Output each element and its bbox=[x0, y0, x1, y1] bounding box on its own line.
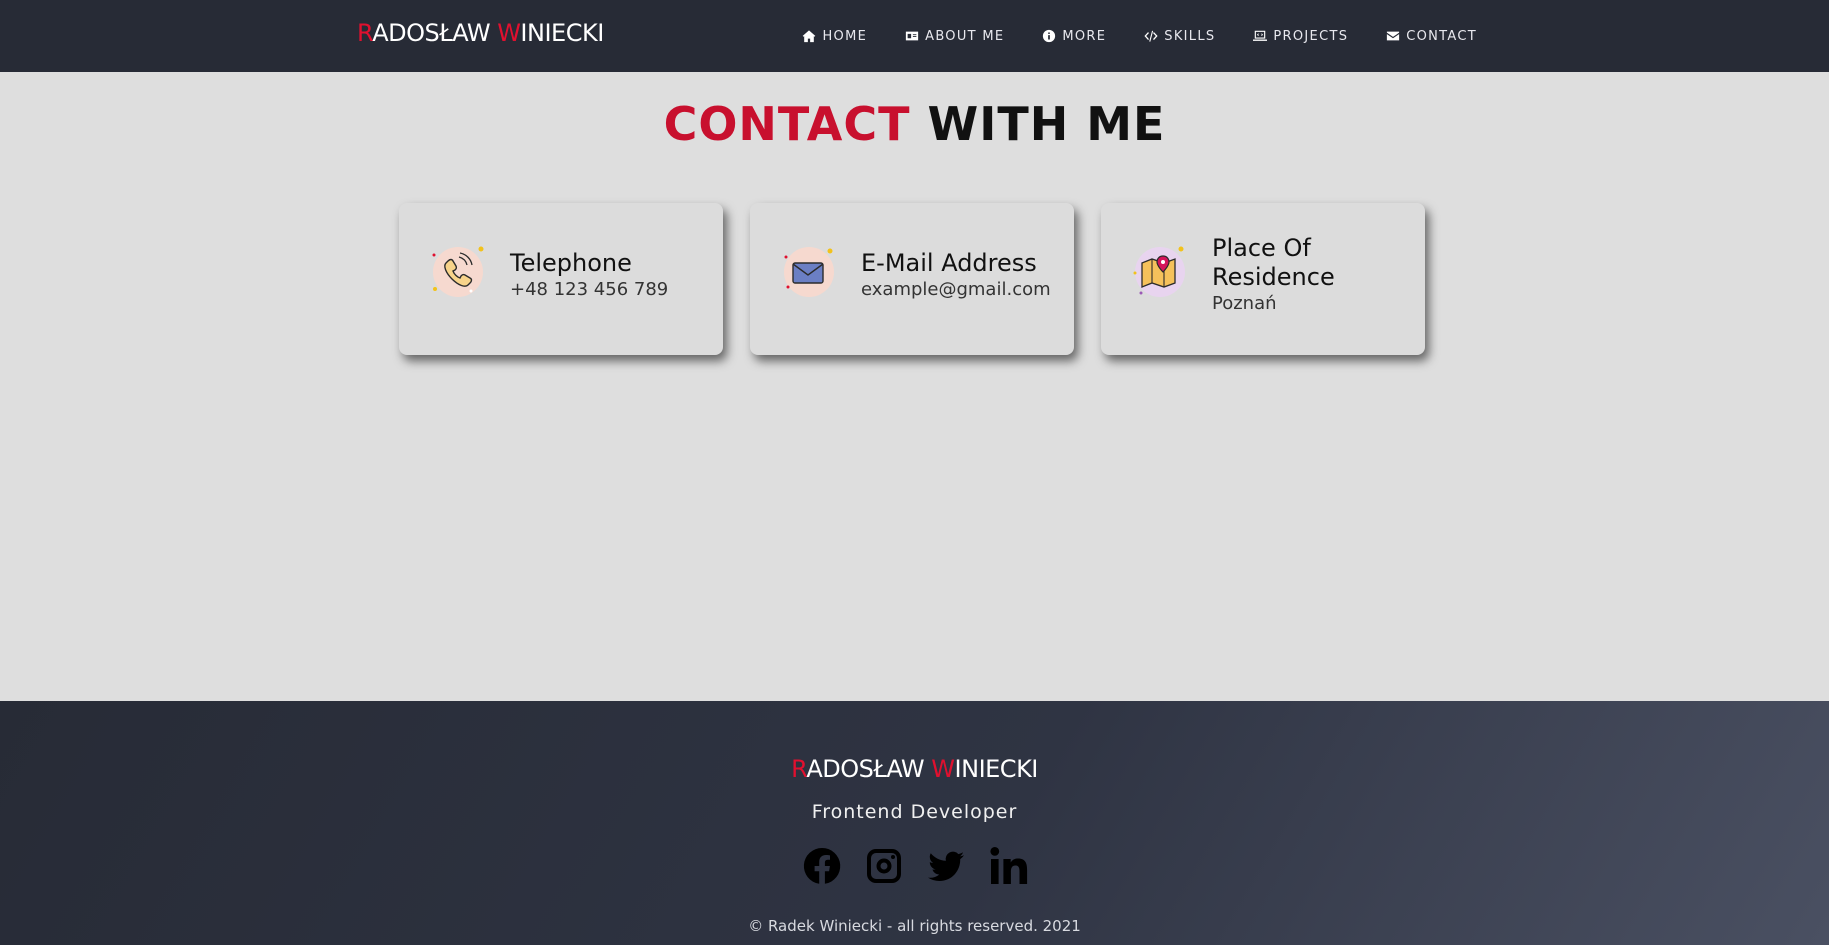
contact-section: CONTACT WITH ME Telephone +48 123 456 78… bbox=[0, 72, 1829, 701]
footer-brand-last-rest: INIECKI bbox=[954, 755, 1039, 783]
instagram-icon bbox=[866, 849, 901, 883]
brand-first-initial: R bbox=[357, 19, 373, 47]
footer-brand: RADOSŁAW WINIECKI bbox=[0, 755, 1829, 783]
residence-card-text: Place Of Residence Poznań bbox=[1212, 203, 1362, 355]
twitter-link[interactable] bbox=[926, 844, 966, 888]
nav-contact-label: CONTACT bbox=[1406, 28, 1477, 44]
email-card: E-Mail Address example@gmail.com bbox=[750, 203, 1074, 355]
residence-card-title: Place Of Residence bbox=[1212, 234, 1335, 291]
nav-about-me[interactable]: ABOUT ME bbox=[905, 29, 1004, 44]
brand-last-initial: W bbox=[497, 19, 521, 47]
nav-links: HOME ABOUT ME MORE SKILLS PROJECTS CONTA… bbox=[802, 0, 1477, 72]
page-title-accent: CONTACT bbox=[663, 97, 911, 151]
contact-cards: Telephone +48 123 456 789 E-Mail Address… bbox=[399, 203, 1425, 355]
nav-projects[interactable]: PROJECTS bbox=[1253, 29, 1348, 44]
footer-brand-first-initial: R bbox=[791, 755, 807, 783]
footer-brand-first-rest: ADOSŁAW bbox=[806, 755, 932, 783]
email-card-text: E-Mail Address example@gmail.com bbox=[861, 203, 1051, 355]
nav-home-label: HOME bbox=[822, 28, 868, 44]
telephone-card-value[interactable]: +48 123 456 789 bbox=[510, 278, 668, 302]
id-card-icon bbox=[906, 31, 919, 41]
linkedin-icon bbox=[989, 847, 1027, 884]
footer: RADOSŁAW WINIECKI Frontend Developer © R… bbox=[0, 701, 1829, 945]
map-pin-icon bbox=[1131, 243, 1187, 299]
footer-brand-last-initial: W bbox=[931, 755, 955, 783]
email-card-title: E-Mail Address bbox=[861, 248, 1037, 277]
nav-about-me-label: ABOUT ME bbox=[925, 28, 1005, 44]
mail-icon bbox=[780, 243, 836, 299]
brand-first-rest: ADOSŁAW bbox=[372, 19, 498, 47]
telephone-icon bbox=[429, 243, 485, 299]
nav-contact[interactable]: CONTACT bbox=[1386, 29, 1477, 44]
telephone-card-title: Telephone bbox=[510, 248, 632, 277]
home-icon bbox=[803, 30, 816, 43]
navbar: RADOSŁAW WINIECKI HOME ABOUT ME MORE SKI… bbox=[0, 0, 1829, 72]
nav-skills[interactable]: SKILLS bbox=[1144, 29, 1215, 44]
telephone-card-text: Telephone +48 123 456 789 bbox=[510, 203, 668, 355]
residence-card: Place Of Residence Poznań bbox=[1101, 203, 1425, 355]
brand-logo[interactable]: RADOSŁAW WINIECKI bbox=[357, 19, 604, 47]
nav-more-label: MORE bbox=[1062, 28, 1107, 44]
brand-last-rest: INIECKI bbox=[520, 19, 604, 47]
telephone-card: Telephone +48 123 456 789 bbox=[399, 203, 723, 355]
envelope-icon bbox=[1387, 31, 1400, 41]
nav-projects-label: PROJECTS bbox=[1273, 28, 1349, 44]
nav-home[interactable]: HOME bbox=[802, 29, 867, 44]
instagram-link[interactable] bbox=[864, 844, 904, 888]
nav-more[interactable]: MORE bbox=[1042, 29, 1106, 44]
code-icon bbox=[1144, 30, 1158, 42]
email-card-value[interactable]: example@gmail.com bbox=[861, 278, 1051, 302]
twitter-icon bbox=[927, 851, 964, 881]
page-title-rest: WITH ME bbox=[910, 97, 1166, 151]
info-circle-icon bbox=[1043, 29, 1056, 43]
laptop-code-icon bbox=[1253, 30, 1268, 41]
social-links bbox=[0, 844, 1829, 888]
linkedin-link[interactable] bbox=[988, 844, 1028, 888]
facebook-icon bbox=[803, 847, 840, 884]
facebook-link[interactable] bbox=[802, 844, 842, 888]
page-title: CONTACT WITH ME bbox=[0, 97, 1829, 151]
nav-skills-label: SKILLS bbox=[1164, 28, 1216, 44]
footer-subtitle: Frontend Developer bbox=[811, 801, 1018, 823]
residence-card-value: Poznań bbox=[1212, 293, 1277, 314]
copyright-text: © Radek Winiecki - all rights reserved. … bbox=[748, 917, 1081, 935]
